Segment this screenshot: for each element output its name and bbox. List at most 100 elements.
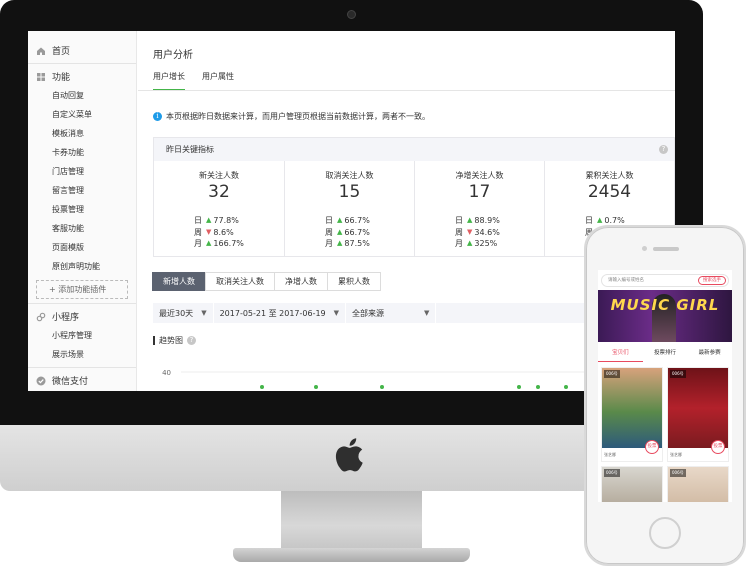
help-icon[interactable]: ? bbox=[659, 145, 668, 154]
trend-value: 77.8% bbox=[213, 216, 239, 225]
contestant-card[interactable]: 006号 投票 张艺娜 bbox=[667, 367, 729, 462]
kpi-card: 净增关注人数 17 日 ▲ 88.9% 周 ▼ 34.6% 月 ▲ 325% bbox=[414, 161, 544, 256]
imac-stand-neck bbox=[281, 491, 422, 549]
plus-icon: + bbox=[49, 285, 59, 294]
trend-value: 325% bbox=[474, 239, 498, 248]
sidebar-mini-label: 小程序 bbox=[52, 313, 80, 323]
arrow-up-icon: ▲ bbox=[467, 239, 473, 247]
sidebar-item-comments[interactable]: 留言管理 bbox=[28, 181, 136, 200]
kpi-trends: 日 ▲ 77.8% 周 ▼ 8.6% 月 ▲ 166.7% bbox=[194, 215, 244, 250]
trend-value: 34.6% bbox=[474, 227, 500, 237]
sidebar-item-custom-menu[interactable]: 自定义菜单 bbox=[28, 105, 136, 124]
screen: 首页 功能 自动回复 自定义菜单 模板消息 卡券功能 门店管理 留言管理 投票管… bbox=[28, 31, 675, 391]
contestant-photo bbox=[602, 368, 662, 448]
contestant-card[interactable]: 006号 bbox=[601, 466, 663, 502]
kpi-trends: 日 ▲ 88.9% 周 ▼ 34.6% 月 ▲ 325% bbox=[455, 215, 500, 250]
imac-stand-base bbox=[233, 548, 470, 562]
phone-camera bbox=[642, 246, 647, 251]
chart-point bbox=[564, 385, 568, 389]
kpi-label: 净增关注人数 bbox=[455, 171, 504, 180]
sidebar-item-card-coupon[interactable]: 卡券功能 bbox=[28, 143, 136, 162]
phone-home-button[interactable] bbox=[649, 517, 681, 549]
phone-search-button[interactable]: 搜索选手 bbox=[698, 276, 726, 285]
chart-point bbox=[517, 385, 521, 389]
trend-period: 日 bbox=[585, 216, 593, 225]
trend-period: 月 bbox=[455, 239, 463, 248]
chart-point bbox=[260, 385, 264, 389]
contestant-number: 006号 bbox=[670, 469, 686, 477]
kpi-trend: 日 ▲ 77.8% bbox=[194, 215, 244, 227]
arrow-up-icon: ▲ bbox=[467, 216, 473, 224]
kpi-trend: 月 ▲ 87.5% bbox=[325, 238, 370, 250]
kpi-trends: 日 ▲ 66.7% 周 ▲ 66.7% 月 ▲ 87.5% bbox=[325, 215, 370, 250]
sidebar-item-auto-reply[interactable]: 自动回复 bbox=[28, 86, 136, 105]
sidebar-home-label: 首页 bbox=[52, 47, 71, 57]
phone-tab[interactable]: 宝贝们 bbox=[598, 346, 643, 362]
sidebar-item-mini-manage[interactable]: 小程序管理 bbox=[28, 326, 136, 345]
vote-button[interactable]: 投票 bbox=[711, 440, 725, 454]
metric-tab[interactable]: 取消关注人数 bbox=[205, 272, 275, 291]
arrow-up-icon: ▲ bbox=[337, 216, 343, 224]
sidebar-item-display-scene[interactable]: 展示场景 bbox=[28, 345, 136, 364]
kpi-trend: 周 ▲ 66.7% bbox=[325, 227, 370, 239]
sidebar-item-store[interactable]: 门店管理 bbox=[28, 162, 136, 181]
tab-bar: 用户增长 用户属性 bbox=[153, 71, 251, 91]
title-marker bbox=[153, 336, 155, 345]
trend-value: 166.7% bbox=[213, 239, 244, 248]
metric-tab[interactable]: 新增人数 bbox=[152, 272, 206, 291]
kpi-trend: 月 ▲ 325% bbox=[455, 238, 500, 250]
phone-screen: 请输入编号或姓名 搜索选手 MUSIC GIRL 宝贝们 投票排行 最新参赛 006… bbox=[598, 270, 732, 502]
sidebar-item-original-claim[interactable]: 原创声明功能 bbox=[28, 257, 136, 276]
caret-down-icon: ▼ bbox=[201, 309, 207, 317]
metric-tab[interactable]: 净增人数 bbox=[274, 272, 328, 291]
kpi-trend: 月 ▲ 166.7% bbox=[194, 238, 244, 250]
contestant-card[interactable]: 006号 bbox=[667, 466, 729, 502]
metric-tab[interactable]: 累积人数 bbox=[327, 272, 381, 291]
phone-tab[interactable]: 最新参赛 bbox=[687, 346, 732, 362]
phone-banner[interactable]: MUSIC GIRL bbox=[598, 290, 732, 342]
trend-period: 日 bbox=[325, 216, 333, 225]
trend-title-label: 趋势图 bbox=[159, 336, 183, 345]
trend-period: 日 bbox=[194, 216, 202, 225]
kpi-trend: 周 ▼ 34.6% bbox=[455, 227, 500, 239]
kpi-header: 昨日关键指标 ? bbox=[154, 138, 674, 161]
arrow-up-icon: ▲ bbox=[337, 239, 343, 247]
chart-point bbox=[380, 385, 384, 389]
sidebar: 首页 功能 自动回复 自定义菜单 模板消息 卡券功能 门店管理 留言管理 投票管… bbox=[28, 31, 137, 391]
add-plugin-label: 添加功能插件 bbox=[58, 285, 107, 294]
contestant-number: 006号 bbox=[670, 370, 686, 378]
tab-user-attributes[interactable]: 用户属性 bbox=[202, 71, 234, 91]
sidebar-item-vote[interactable]: 投票管理 bbox=[28, 200, 136, 219]
source-select[interactable]: 全部来源 ▼ bbox=[346, 303, 437, 323]
divider bbox=[28, 303, 136, 304]
sidebar-item-customer-service[interactable]: 客服功能 bbox=[28, 219, 136, 238]
phone-frame: 请输入编号或姓名 搜索选手 MUSIC GIRL 宝贝们 投票排行 最新参赛 006… bbox=[584, 225, 746, 566]
phone-search-input[interactable]: 请输入编号或姓名 搜索选手 bbox=[601, 274, 729, 287]
trend-title: 趋势图 ? bbox=[153, 335, 196, 346]
add-plugin-button[interactable]: + 添加功能插件 bbox=[36, 280, 128, 299]
trend-period: 日 bbox=[455, 216, 463, 225]
phone-tab[interactable]: 投票排行 bbox=[643, 346, 688, 362]
trend-value: 88.9% bbox=[474, 216, 500, 225]
trend-value: 66.7% bbox=[344, 227, 370, 237]
date-range-value: 2017-05-21 至 2017-06-19 bbox=[219, 308, 326, 318]
kpi-value: 2454 bbox=[587, 182, 632, 202]
sidebar-item-template-message[interactable]: 模板消息 bbox=[28, 124, 136, 143]
trend-period: 周 bbox=[455, 227, 463, 237]
sidebar-item-home[interactable]: 首页 bbox=[28, 41, 136, 60]
chart-point bbox=[314, 385, 318, 389]
range-select[interactable]: 最近30天 ▼ bbox=[153, 303, 214, 323]
tab-user-growth[interactable]: 用户增长 bbox=[153, 71, 185, 91]
vote-button[interactable]: 投票 bbox=[645, 440, 659, 454]
kpi-label: 取消关注人数 bbox=[325, 171, 374, 180]
contestant-card[interactable]: 006号 投票 张艺娜 bbox=[601, 367, 663, 462]
trend-value: 8.6% bbox=[213, 227, 234, 237]
camera bbox=[347, 10, 356, 19]
sidebar-item-page-template[interactable]: 页面模版 bbox=[28, 238, 136, 257]
chart-point bbox=[536, 385, 540, 389]
help-icon[interactable]: ? bbox=[187, 336, 196, 345]
date-range-picker[interactable]: 2017-05-21 至 2017-06-19 ▼ bbox=[214, 303, 347, 323]
trend-period: 月 bbox=[194, 239, 202, 248]
metric-tab-group: 新增人数 取消关注人数 净增人数 累积人数 bbox=[152, 272, 381, 291]
mini-program-icon bbox=[36, 312, 46, 321]
